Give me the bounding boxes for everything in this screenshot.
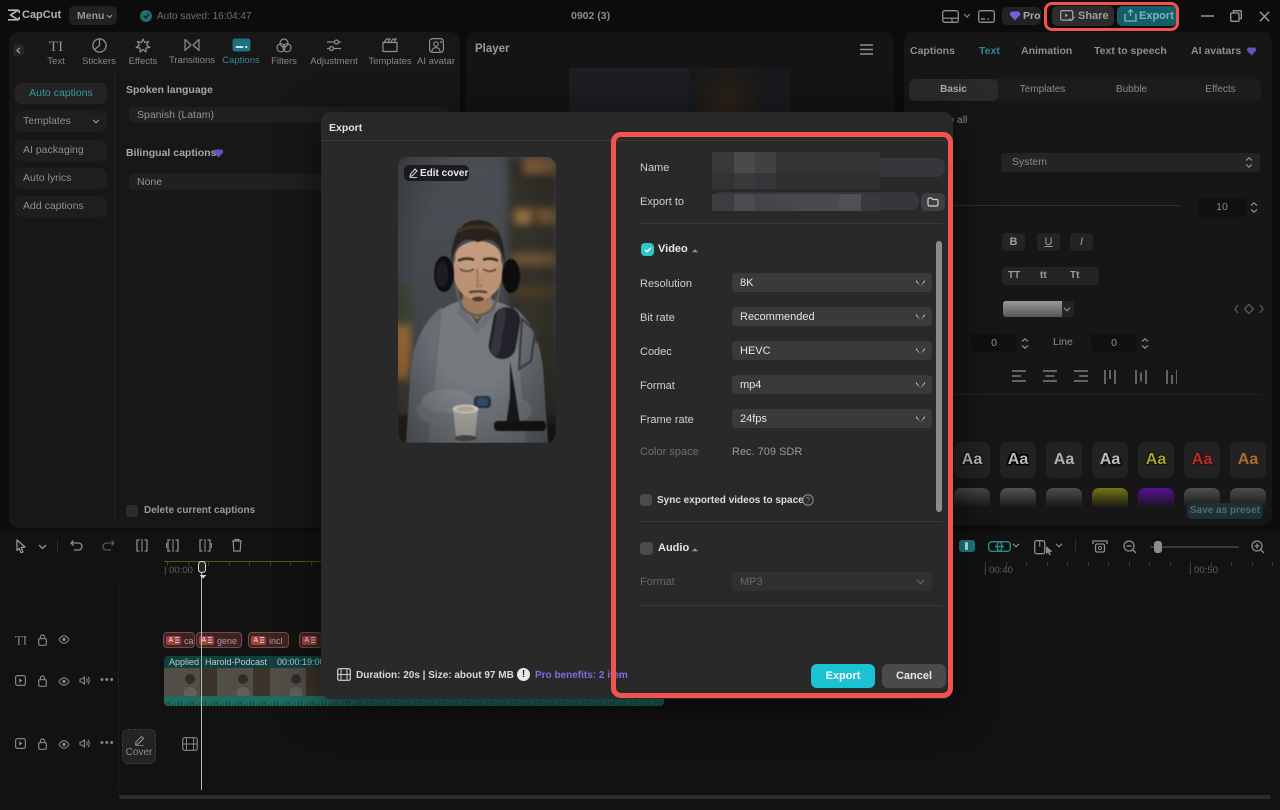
svg-text:TI: TI [15,633,27,646]
svg-text:TI: TI [49,39,63,53]
